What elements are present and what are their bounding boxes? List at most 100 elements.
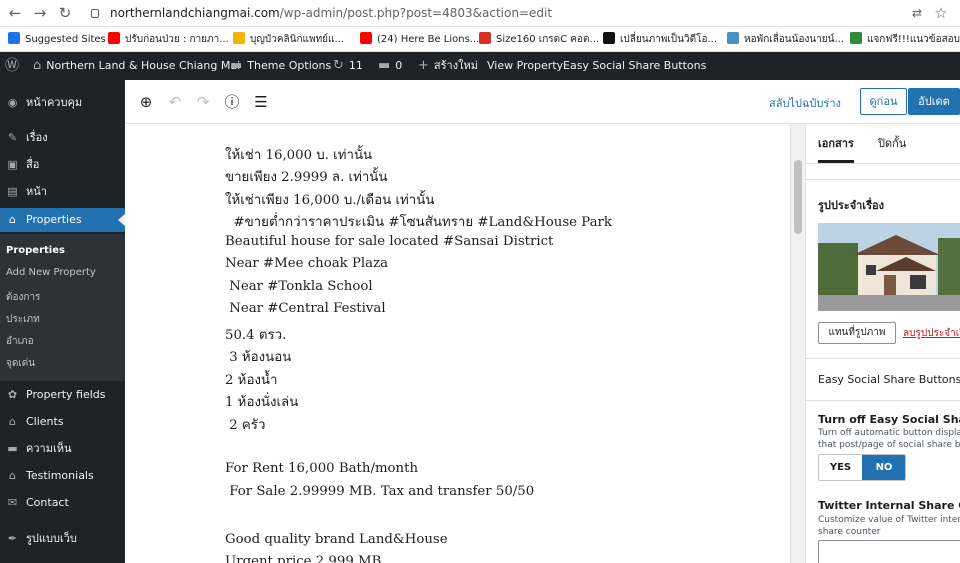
reload-icon[interactable]: ↻ <box>56 4 74 22</box>
new-content-link[interactable]: + สร้างใหม่ <box>418 52 478 80</box>
content-line[interactable]: #ขายต่ำกว่าราคาประเมิน #โซนสันทราย #Land… <box>225 211 611 232</box>
share-buttons-link[interactable]: Easy Social Share Buttons <box>563 52 706 80</box>
bookmark-item[interactable]: Suggested Sites <box>8 31 106 48</box>
bookmark-item[interactable]: หอพักเลื่อนน้องนายน์... <box>727 31 844 48</box>
back-icon[interactable]: ← <box>6 4 24 22</box>
bookmark-item[interactable]: ปรับก่อนป่วย : กายภา... <box>108 31 229 48</box>
dashboard-icon: ◉ <box>7 96 18 109</box>
scrollbar-thumb[interactable] <box>794 160 802 234</box>
view-property-link[interactable]: View Property <box>487 52 563 80</box>
pin-icon: ✎ <box>7 131 18 144</box>
sidebar-item-clients[interactable]: ⌂ Clients <box>0 410 125 434</box>
tab-document[interactable]: เอกสาร <box>818 134 854 163</box>
content-line[interactable]: Urgent price 2,999 MB. <box>225 554 386 563</box>
update-button[interactable]: อัปเดต <box>908 88 960 115</box>
content-line[interactable]: 2 ห้องน้ำ <box>225 369 278 390</box>
content-line[interactable]: ให้เช่าเพียง 16,000 บ./เดือน เท่านั้น <box>225 189 434 210</box>
settings-panel: เอกสาร ปิดกั้น รูปประจำเรื่อง แทนที่รูปภ… <box>805 124 960 563</box>
no-option[interactable]: NO <box>862 455 905 480</box>
turn-off-desc: that post/page of social share buttons <box>818 440 960 450</box>
bookmark-label: Suggested Sites <box>25 34 106 45</box>
add-block-icon[interactable]: ⊕ <box>137 93 155 111</box>
wordpress-logo-icon[interactable]: Ⓦ <box>5 52 24 80</box>
submenu-item-want[interactable]: ต้องการ <box>6 290 40 305</box>
updates-count: 11 <box>348 59 363 72</box>
content-line[interactable]: ให้เช่า 16,000 บ. เท่านั้น <box>225 144 372 165</box>
outline-icon[interactable]: ☰ <box>252 93 270 111</box>
comments-link[interactable]: ▬ 0 <box>378 52 402 80</box>
house-photo <box>818 223 960 311</box>
content-line[interactable]: 1 ห้องนั่งเล่น <box>225 391 298 412</box>
submenu-item-highlight[interactable]: จุดเด่น <box>6 356 35 371</box>
comments-count: 0 <box>395 59 403 72</box>
twitter-counter-input[interactable] <box>818 540 960 563</box>
redo-icon[interactable]: ↷ <box>194 93 212 111</box>
home-icon: ⌂ <box>9 213 16 226</box>
sidebar-item-label: Property fields <box>26 388 106 401</box>
content-line[interactable]: Good quality brand Land&House <box>225 532 448 547</box>
content-line[interactable]: Near #Tonkla School <box>225 279 372 294</box>
bookmark-favicon-icon <box>603 32 615 44</box>
yes-no-toggle[interactable]: YES NO <box>818 454 906 481</box>
sidebar-item-contact[interactable]: ✉ Contact <box>0 491 125 515</box>
bookmark-label: บุญบัวคลินิกแพทย์แ... <box>250 34 345 45</box>
theme-options-link[interactable]: ▬ Theme Options <box>230 52 331 80</box>
bookmark-item[interactable]: แจกฟรี!!!แนวข้อสอบ... <box>850 31 960 48</box>
bookmark-item[interactable]: บุญบัวคลินิกแพทย์แ... <box>233 31 344 48</box>
content-line[interactable]: 3 ห้องนอน <box>225 346 291 367</box>
bookmark-item[interactable]: เปลี่ยนภาพเป็นวิดีโอ... <box>603 31 717 48</box>
star-icon[interactable]: ☆ <box>932 4 950 22</box>
sidebar-item-properties[interactable]: ⌂ Properties <box>0 208 125 232</box>
submenu-item-type[interactable]: ประเภท <box>6 312 40 327</box>
content-line[interactable]: ขายเพียง 2.9999 ล. เท่านั้น <box>225 166 387 187</box>
content-line[interactable]: 50.4 ตรว. <box>225 324 286 345</box>
featured-image-title[interactable]: รูปประจำเรื่อง <box>818 196 884 214</box>
content-line[interactable]: Near #Mee choak Plaza <box>225 256 388 271</box>
turn-off-desc: Turn off automatic button display <box>818 428 960 438</box>
address-bar[interactable]: northernlandchiangmai.com/wp-admin/post.… <box>86 4 902 23</box>
sidebar-item-testimonials[interactable]: ⌂ Testimonials <box>0 464 125 488</box>
remove-image-link[interactable]: ลบรูปประจำเรื่อง <box>903 326 960 341</box>
undo-icon[interactable]: ↶ <box>166 93 184 111</box>
sidebar-item-pages[interactable]: ▤ หน้า <box>0 180 125 204</box>
share-panel-title[interactable]: Easy Social Share Buttons <box>818 373 960 386</box>
sidebar-item-media[interactable]: ▣ สื่อ <box>0 153 125 177</box>
content-line[interactable]: Near #Central Festival <box>225 301 385 316</box>
content-line[interactable]: 2 ครัว <box>225 414 265 435</box>
sidebar-item-property-fields[interactable]: ✿ Property fields <box>0 383 125 407</box>
preview-button[interactable]: ดูก่อน <box>860 88 907 115</box>
bookmark-item[interactable]: (24) Here Be Lions... <box>360 31 479 48</box>
bookmark-item[interactable]: Size160 เกรดC คอต... <box>479 31 599 48</box>
info-icon[interactable]: ⓘ <box>223 93 241 111</box>
content-line[interactable]: For Rent 16,000 Bath/month <box>225 461 418 476</box>
submenu-item-properties[interactable]: Properties <box>6 245 65 256</box>
editor-content[interactable]: ให้เช่า 16,000 บ. เท่านั้น ขายเพียง 2.99… <box>125 124 790 563</box>
site-name-link[interactable]: ⌂ Northern Land & House Chiang Mai <box>33 52 240 80</box>
content-line[interactable]: Beautiful house for sale located #Sansai… <box>225 234 553 249</box>
sidebar-item-comments[interactable]: ▬ ความเห็น <box>0 437 125 461</box>
content-scrollbar[interactable] <box>790 124 805 563</box>
twitter-counter-desc: Customize value of Twitter internal <box>818 515 960 525</box>
updates-icon: ↻ <box>333 58 344 73</box>
lock-icon <box>91 9 99 18</box>
tab-block[interactable]: ปิดกั้น <box>878 134 906 152</box>
home-icon: ⌂ <box>9 415 16 428</box>
updates-link[interactable]: ↻ 11 <box>333 52 363 80</box>
featured-image[interactable] <box>818 223 960 311</box>
switch-to-draft-button[interactable]: สลับไปฉบับร่าง <box>769 94 841 112</box>
turn-off-title: Turn off Easy Social Share Buttons <box>818 413 960 426</box>
submenu-item-district[interactable]: อำเภอ <box>6 334 34 349</box>
sidebar-item-dashboard[interactable]: ◉ หน้าควบคุม <box>0 91 125 115</box>
translate-icon[interactable]: ⇄ <box>908 4 926 22</box>
theme-options-label: Theme Options <box>247 59 332 72</box>
youtube-icon <box>360 32 372 44</box>
sidebar-item-posts[interactable]: ✎ เรื่อง <box>0 126 125 150</box>
content-line[interactable]: For Sale 2.99999 MB. Tax and transfer 50… <box>225 484 534 499</box>
replace-image-button[interactable]: แทนที่รูปภาพ <box>818 322 896 344</box>
forward-icon[interactable]: → <box>31 4 49 22</box>
yes-option[interactable]: YES <box>819 455 862 480</box>
admin-bar: Ⓦ ⌂ Northern Land & House Chiang Mai ▬ The… <box>0 52 960 80</box>
properties-submenu: Properties Add New Property ต้องการ ประเ… <box>0 234 125 381</box>
sidebar-item-appearance[interactable]: ✒ รูปแบบเว็บ <box>0 527 125 551</box>
submenu-item-add-new[interactable]: Add New Property <box>6 267 96 278</box>
